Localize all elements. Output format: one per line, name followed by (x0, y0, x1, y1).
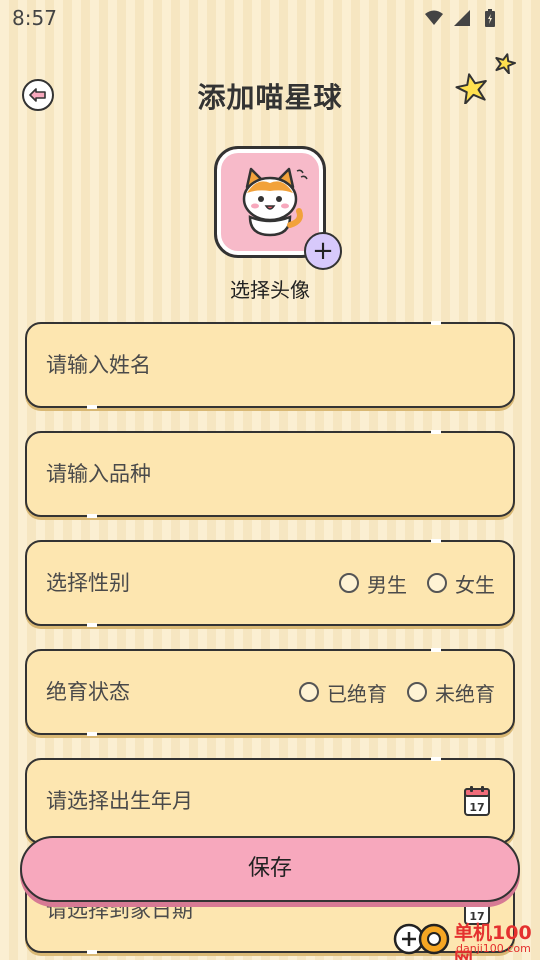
breed-placeholder: 请输入品种 (46, 462, 151, 486)
status-time: 8:57 (12, 6, 57, 30)
name-input[interactable]: 请输入姓名 (25, 321, 515, 409)
calendar-icon[interactable]: 17 (463, 785, 491, 817)
name-placeholder: 请输入姓名 (46, 353, 151, 377)
status-bar: 8:57 (0, 0, 540, 36)
battery-icon (485, 9, 495, 27)
radio-button[interactable] (427, 573, 447, 593)
gender-label: 选择性别 (46, 571, 130, 595)
radio-label: 未绝育 (435, 681, 495, 706)
neuter-option-yes[interactable]: 已绝育 (299, 678, 387, 707)
gender-option-female[interactable]: 女生 (427, 569, 495, 598)
neuter-field: 绝育状态 已绝育 未绝育 (25, 648, 515, 736)
neuter-option-no[interactable]: 未绝育 (407, 678, 495, 707)
watermark-url: danji100.com (456, 942, 531, 955)
radio-label: 男生 (367, 572, 407, 597)
watermark-logo-icon (393, 923, 450, 955)
radio-button[interactable] (299, 682, 319, 702)
neuter-radio-group: 已绝育 未绝育 (299, 651, 495, 733)
calendar-day: 17 (469, 801, 484, 814)
gender-radio-group: 男生 女生 (339, 542, 495, 624)
watermark: 单机100网 danji100.com (392, 916, 540, 960)
status-icons (424, 8, 500, 28)
star-icon (455, 73, 487, 104)
breed-input[interactable]: 请输入品种 (25, 430, 515, 518)
radio-label: 女生 (455, 572, 495, 597)
radio-label: 已绝育 (327, 681, 387, 706)
avatar-label: 选择头像 (230, 278, 310, 302)
add-avatar-button[interactable]: + (304, 232, 342, 270)
save-button[interactable]: 保存 (20, 836, 520, 902)
radio-button[interactable] (407, 682, 427, 702)
gender-option-male[interactable]: 男生 (339, 569, 407, 598)
birth-date-placeholder: 请选择出生年月 (46, 789, 193, 813)
radio-button[interactable] (339, 573, 359, 593)
birth-date-field[interactable]: 请选择出生年月 17 (25, 757, 515, 845)
gender-field: 选择性别 男生 女生 (25, 539, 515, 627)
signal-icon (454, 10, 470, 26)
wifi-icon (425, 10, 443, 25)
neuter-label: 绝育状态 (46, 680, 130, 704)
star-icon (495, 53, 516, 74)
